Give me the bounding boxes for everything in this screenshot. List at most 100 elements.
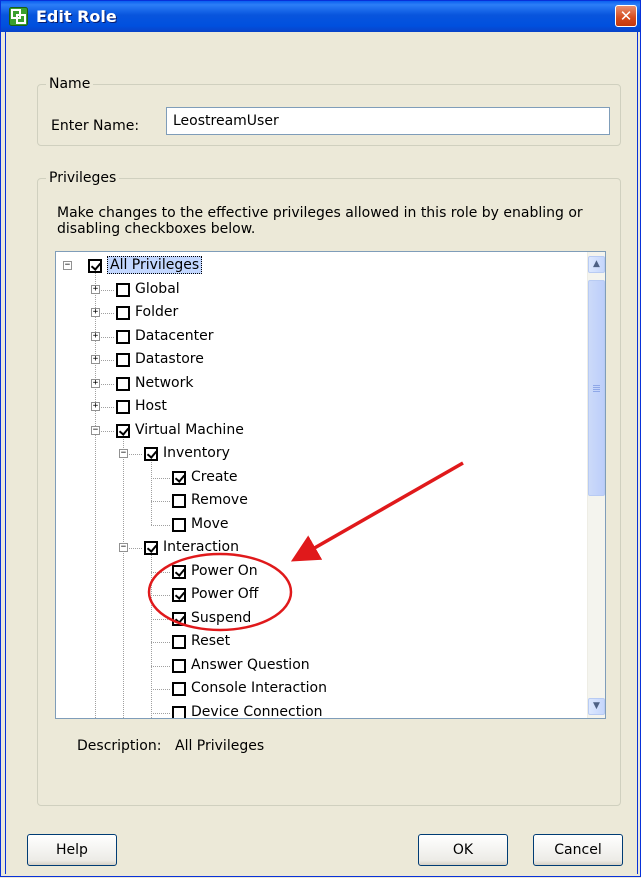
tree-item-host[interactable]: + Host (56, 396, 586, 418)
answer-question-checkbox[interactable] (172, 658, 186, 673)
tree-item-inventory[interactable]: − Inventory (56, 443, 586, 465)
suspend-checkbox[interactable] (172, 611, 186, 626)
tree-item-answer-question[interactable]: Answer Question (56, 655, 586, 677)
tree-item-label: Suspend (191, 609, 252, 626)
tree-connector (151, 712, 170, 714)
tree-item-suspend[interactable]: Suspend (56, 608, 586, 630)
tree-item-label: Console Interaction (191, 680, 327, 696)
scroll-up-arrow-icon[interactable]: ▲ (588, 256, 605, 273)
tree-connector (151, 571, 170, 573)
tree-item-network[interactable]: + Network (56, 373, 586, 395)
tree-item-label: Global (135, 280, 180, 297)
tree-item-all-privileges[interactable]: − All Privileges (56, 255, 586, 277)
tree-item-datacenter[interactable]: + Datacenter (56, 326, 586, 348)
tree-item-reset[interactable]: Reset (56, 631, 586, 653)
title-bar[interactable]: Edit Role ✕ (1, 1, 640, 32)
name-group-legend: Name (49, 76, 91, 92)
privileges-instructions: Make changes to the effective privileges… (57, 205, 583, 237)
tree-item-virtual-machine[interactable]: − Virtual Machine (56, 420, 586, 442)
tree-item-label: Virtual Machine (135, 421, 244, 438)
tree-item-interaction[interactable]: − Interaction (56, 537, 586, 559)
privileges-group-legend: Privileges (49, 170, 117, 186)
tree-item-create[interactable]: Create (56, 467, 586, 489)
tree-item-label: Datacenter (135, 327, 214, 344)
tree-item-remove[interactable]: Remove (56, 490, 586, 512)
expand-datacenter-icon[interactable]: + (91, 331, 100, 341)
tree-item-label: Power Off (191, 586, 259, 602)
tree-connector (151, 642, 170, 643)
tree-item-power-on[interactable]: Power On (56, 561, 586, 583)
tree-item-label: Datastore (135, 351, 204, 367)
expand-global-icon[interactable]: + (91, 284, 100, 294)
privileges-tree[interactable]: ▲ ▼ − All Privileges + Global + Folder + Datace… (55, 251, 606, 719)
expand-datastore-icon[interactable]: + (91, 355, 100, 364)
tree-connector (151, 689, 170, 690)
tree-item-datastore[interactable]: + Datastore (56, 349, 586, 371)
expand-folder-icon[interactable]: + (91, 308, 100, 317)
description-value: All Privileges (175, 738, 265, 754)
description-label: Description: (77, 738, 162, 754)
tree-item-label: Power On (191, 562, 258, 579)
ok-button[interactable]: OK (418, 834, 508, 866)
power-on-checkbox[interactable] (172, 564, 186, 579)
interaction-checkbox[interactable] (144, 541, 158, 555)
edit-role-dialog: Edit Role ✕ Name Enter Name: Privileges … (0, 0, 641, 877)
tree-item-console-interaction[interactable]: Console Interaction (56, 678, 586, 700)
scroll-down-arrow-icon[interactable]: ▼ (588, 698, 605, 715)
remove-checkbox[interactable] (172, 494, 186, 508)
reset-checkbox[interactable] (172, 635, 186, 649)
cancel-button[interactable]: Cancel (533, 834, 623, 866)
collapse-inventory-icon[interactable]: − (119, 449, 128, 458)
tree-item-label: Folder (135, 304, 179, 320)
expand-network-icon[interactable]: + (91, 378, 100, 388)
tree-item-label: Device Connection (191, 703, 323, 719)
tree-connector (151, 477, 170, 479)
virtual-machine-checkbox[interactable] (116, 423, 130, 438)
console-interaction-checkbox[interactable] (172, 682, 186, 696)
tree-item-label: Network (135, 374, 194, 391)
create-checkbox[interactable] (172, 470, 186, 485)
tree-item-power-off[interactable]: Power Off (56, 584, 586, 606)
inventory-checkbox[interactable] (144, 447, 158, 461)
tree-item-label: All Privileges (107, 256, 203, 274)
tree-item-folder[interactable]: + Folder (56, 302, 586, 324)
tree-connector (151, 524, 170, 526)
scrollbar-thumb[interactable] (588, 280, 605, 496)
datastore-checkbox[interactable] (116, 353, 130, 367)
move-checkbox[interactable] (172, 517, 186, 532)
global-checkbox[interactable] (116, 282, 130, 297)
tree-connector (151, 665, 170, 667)
window-title: Edit Role (36, 7, 117, 26)
collapse-all-privileges-icon[interactable]: − (63, 261, 72, 270)
network-checkbox[interactable] (116, 376, 130, 391)
tree-connector (151, 618, 170, 620)
tree-item-label: Remove (191, 492, 248, 508)
device-connection-checkbox[interactable] (172, 705, 186, 718)
tree-vertical-scrollbar[interactable]: ▲ ▼ (587, 252, 605, 718)
power-off-checkbox[interactable] (172, 588, 186, 602)
tree-item-label: Interaction (163, 539, 239, 555)
tree-item-label: Move (191, 515, 229, 532)
collapse-virtual-machine-icon[interactable]: − (91, 425, 100, 435)
role-name-input[interactable] (166, 107, 610, 135)
tree-item-label: Inventory (163, 445, 230, 461)
tree-item-global[interactable]: + Global (56, 279, 586, 301)
datacenter-checkbox[interactable] (116, 329, 130, 344)
collapse-interaction-icon[interactable]: − (119, 543, 128, 552)
tree-connector (151, 501, 170, 502)
tree-item-label: Answer Question (191, 656, 310, 673)
tree-item-move[interactable]: Move (56, 514, 586, 536)
close-button[interactable]: ✕ (615, 5, 637, 27)
tree-item-label: Reset (191, 633, 231, 649)
folder-checkbox[interactable] (116, 306, 130, 320)
vsphere-app-icon (9, 7, 28, 26)
expand-host-icon[interactable]: + (91, 402, 100, 411)
tree-item-label: Host (135, 398, 167, 414)
tree-connector (151, 595, 170, 596)
host-checkbox[interactable] (116, 400, 130, 414)
all-privileges-checkbox[interactable] (88, 259, 102, 273)
tree-item-device-connection[interactable]: Device Connection (56, 702, 586, 719)
tree-item-label: Create (191, 468, 238, 485)
enter-name-label: Enter Name: (51, 118, 140, 134)
help-button[interactable]: Help (27, 834, 117, 866)
